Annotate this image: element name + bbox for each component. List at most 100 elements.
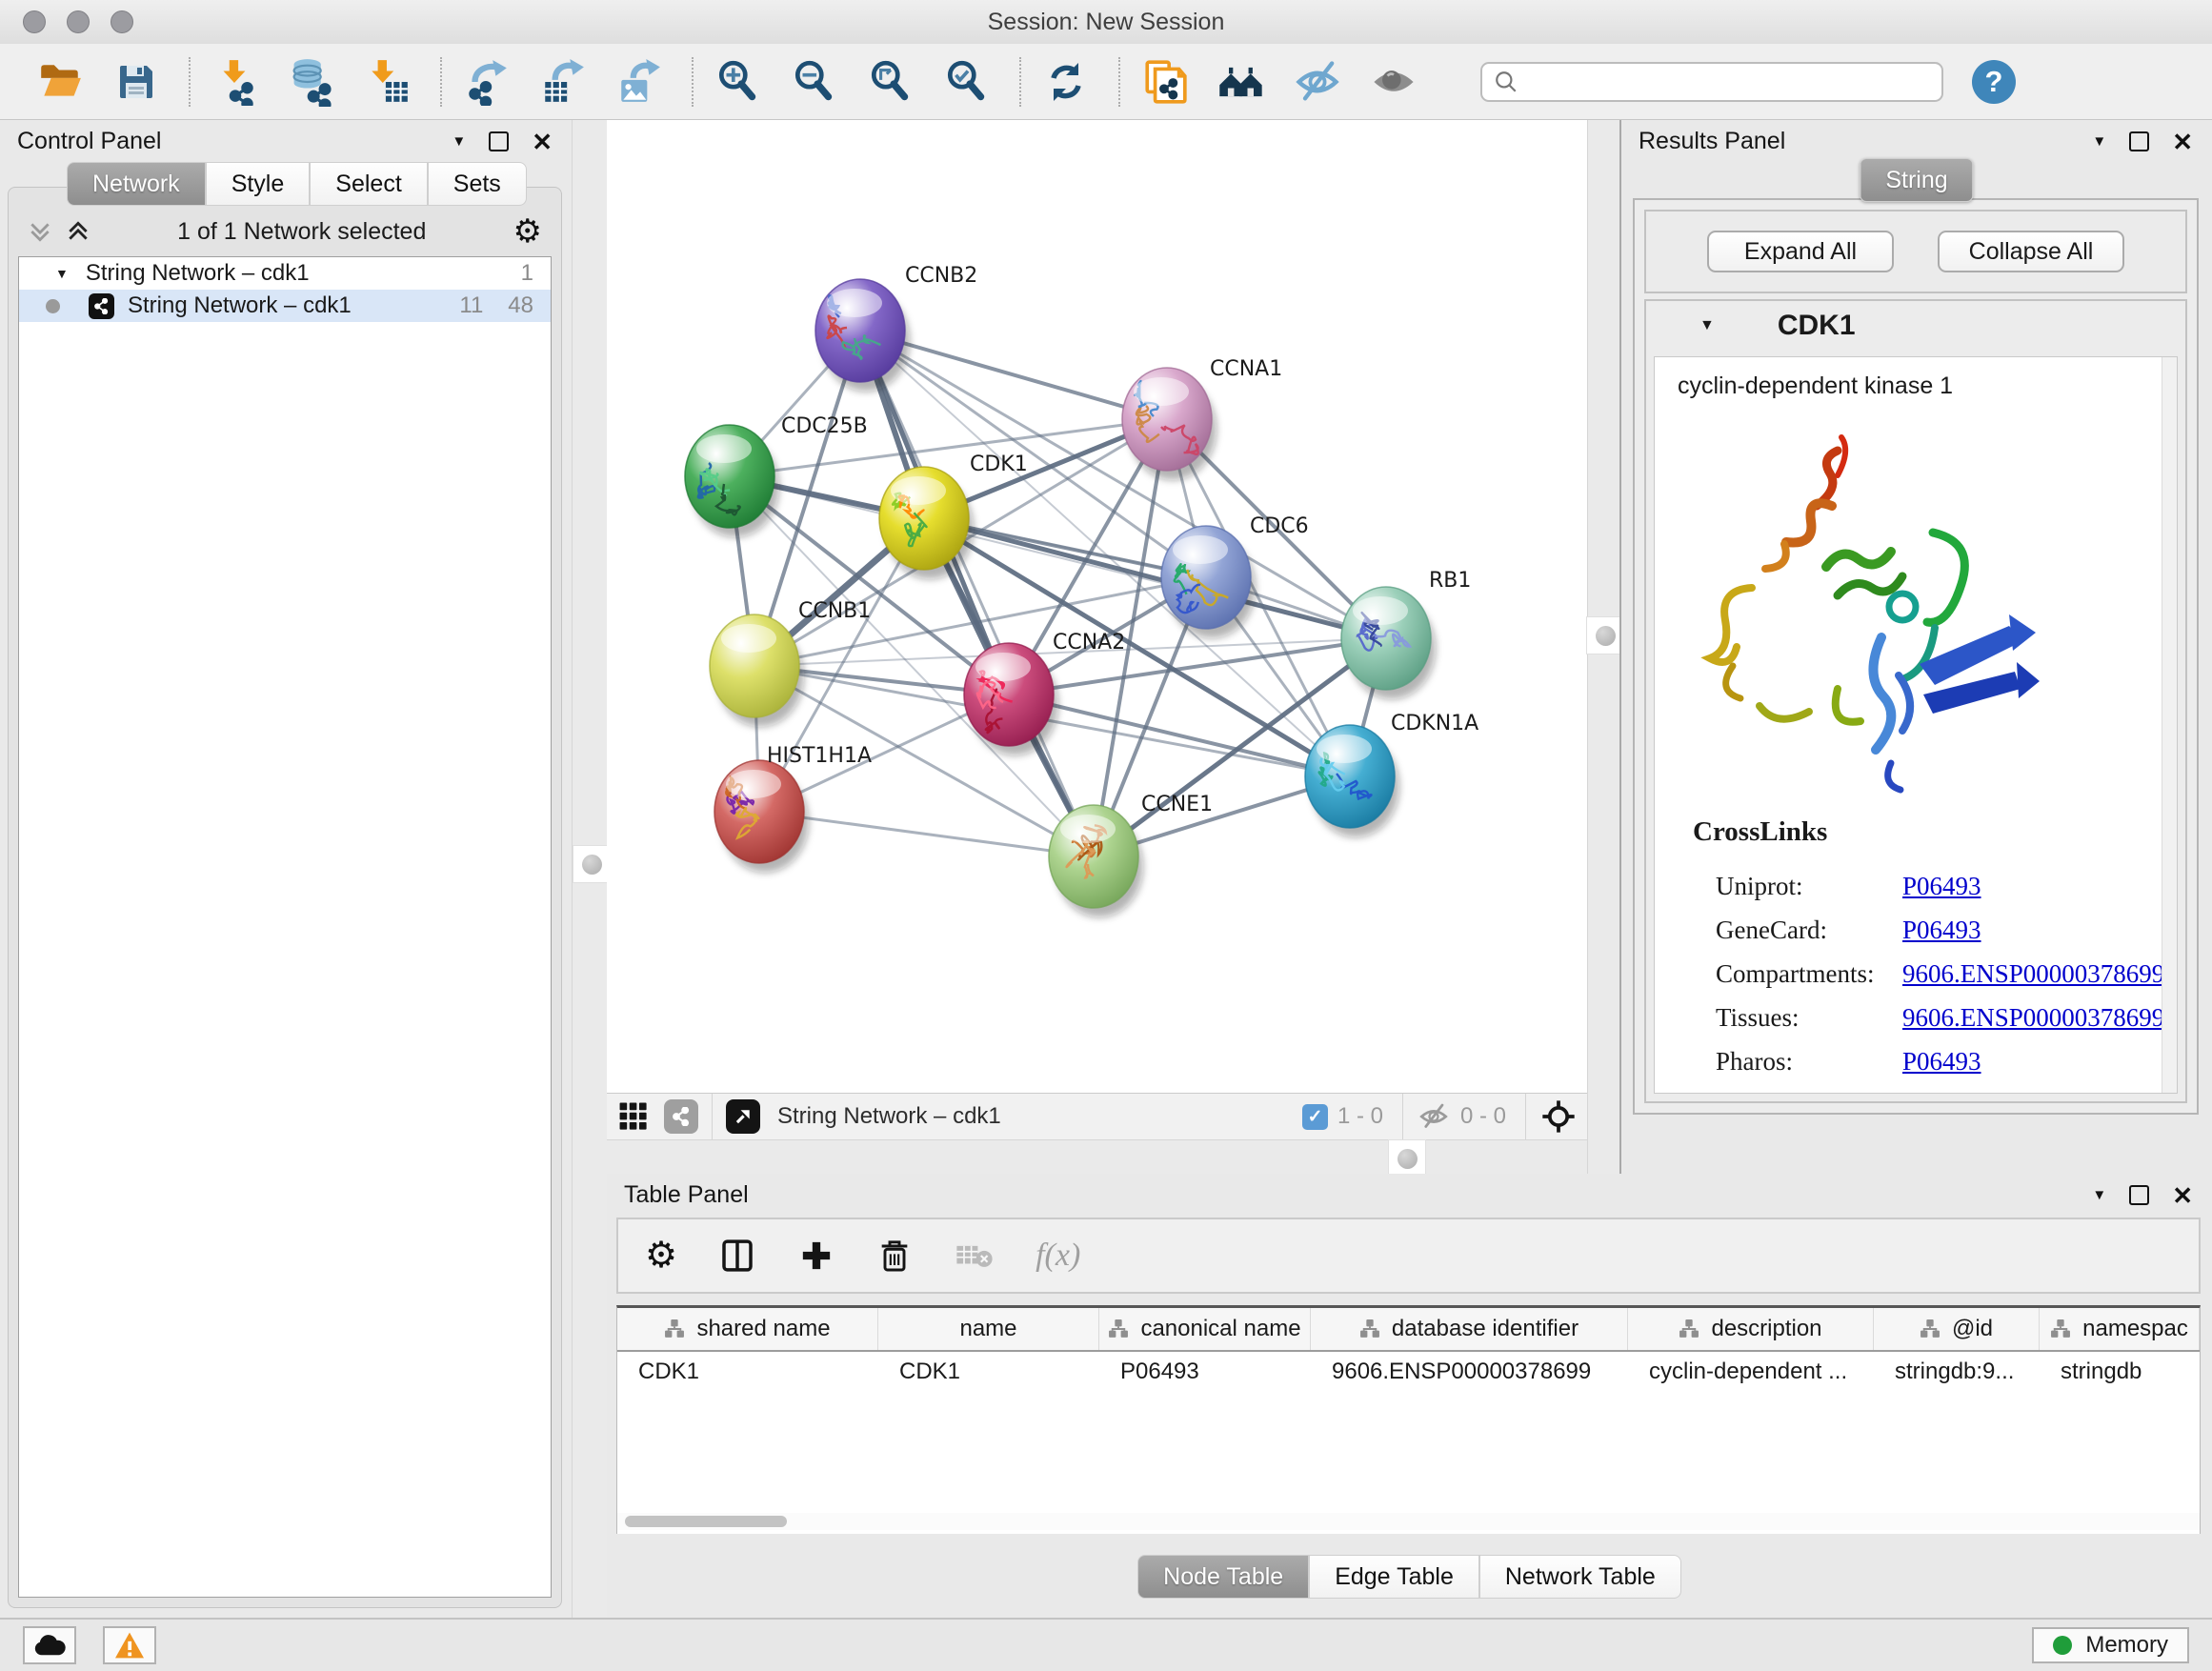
column-header-name[interactable]: name: [878, 1308, 1099, 1350]
graph-node-RB1[interactable]: [1341, 587, 1436, 699]
table-row[interactable]: CDK1CDK1P064939606.ENSP00000378699cyclin…: [617, 1352, 2200, 1392]
tab-select[interactable]: Select: [310, 162, 427, 206]
table-cell[interactable]: 9606.ENSP00000378699: [1311, 1352, 1628, 1392]
expand-all-chevrons-icon[interactable]: [28, 219, 52, 244]
save-session-button[interactable]: [109, 54, 164, 110]
export-network-button[interactable]: [459, 54, 514, 110]
hidden-eye-slash-icon[interactable]: [1417, 1102, 1451, 1131]
toggle-graphics-details-button[interactable]: [1290, 54, 1345, 110]
import-network-file-button[interactable]: [208, 54, 263, 110]
show-columns-icon[interactable]: [717, 1236, 757, 1276]
graph-edge[interactable]: [759, 812, 1094, 856]
column-header-canonical-name[interactable]: canonical name: [1099, 1308, 1311, 1350]
memory-button[interactable]: Memory: [2032, 1627, 2189, 1663]
import-table-file-button[interactable]: [360, 54, 415, 110]
network-collection-row[interactable]: ▼ String Network – cdk1 1: [19, 257, 551, 290]
zoom-out-button[interactable]: [787, 54, 842, 110]
table-horizontal-scrollbar[interactable]: [617, 1513, 2200, 1530]
tab-network-table[interactable]: Network Table: [1479, 1555, 1681, 1599]
grid-view-button[interactable]: [616, 1099, 651, 1134]
results-scrollbar[interactable]: [2162, 357, 2177, 1093]
search-input[interactable]: [1526, 68, 1930, 96]
crosslink-link[interactable]: P06493: [1902, 872, 1981, 901]
crosshair-icon[interactable]: [1539, 1097, 1578, 1136]
section-caret-icon[interactable]: ▼: [1699, 317, 1715, 334]
export-table-button[interactable]: [535, 54, 591, 110]
right-splitter[interactable]: [1587, 120, 1621, 1174]
crosslink-link[interactable]: 9606.ENSP00000378699: [1902, 1003, 2164, 1033]
create-column-plus-icon[interactable]: [797, 1237, 835, 1275]
table-cell[interactable]: CDK1: [617, 1352, 878, 1392]
delete-column-trash-icon[interactable]: [875, 1237, 914, 1275]
zoom-selected-button[interactable]: [939, 54, 995, 110]
horizontal-splitter[interactable]: [607, 1139, 1587, 1176]
panel-close-icon[interactable]: ✕: [2172, 130, 2193, 154]
graph-node-CCNA1[interactable]: [1122, 368, 1217, 480]
share-network-button[interactable]: [664, 1099, 698, 1134]
collapse-all-chevrons-icon[interactable]: [66, 219, 90, 244]
network-canvas[interactable]: CCNB2CCNA1CDC25BCDK1CDC6RB1CCNB1CCNA2CDK…: [607, 120, 1587, 1093]
collection-caret-icon[interactable]: ▼: [55, 266, 69, 281]
tab-style[interactable]: Style: [206, 162, 311, 206]
cloud-button[interactable]: [23, 1626, 76, 1664]
column-header-database-identifier[interactable]: database identifier: [1311, 1308, 1628, 1350]
warnings-button[interactable]: [103, 1626, 156, 1664]
selected-checkbox[interactable]: ✓: [1302, 1104, 1328, 1130]
graph-node-HIST1H1A[interactable]: [714, 760, 809, 873]
clone-network-button[interactable]: [1137, 54, 1193, 110]
export-image-button[interactable]: [612, 54, 667, 110]
gear-icon[interactable]: ⚙: [513, 215, 542, 248]
network-home-button[interactable]: [1214, 54, 1269, 110]
tab-network[interactable]: Network: [67, 162, 206, 206]
graph-node-CDC6[interactable]: [1161, 526, 1256, 638]
table-cell[interactable]: stringdb:9...: [1874, 1352, 2040, 1392]
table-cell[interactable]: CDK1: [878, 1352, 1099, 1392]
graph-node-CDK1[interactable]: [879, 467, 974, 579]
horizontal-splitter-handle[interactable]: [1388, 1139, 1426, 1178]
table-cell[interactable]: P06493: [1099, 1352, 1311, 1392]
zoom-in-button[interactable]: [711, 54, 766, 110]
table-cell[interactable]: cyclin-dependent ...: [1628, 1352, 1874, 1392]
graph-node-CDC25B[interactable]: [685, 425, 779, 537]
column-header-namespac[interactable]: namespac: [2040, 1308, 2200, 1350]
tab-node-table[interactable]: Node Table: [1137, 1555, 1309, 1599]
right-splitter-handle[interactable]: [1586, 616, 1624, 654]
import-network-database-button[interactable]: [284, 54, 339, 110]
graph-edge[interactable]: [860, 331, 1094, 856]
crosslink-link[interactable]: 9606.ENSP00000378699: [1902, 959, 2164, 989]
birds-eye-view-button[interactable]: [726, 1099, 760, 1134]
panel-close-icon[interactable]: ✕: [2172, 1183, 2193, 1208]
panel-menu-caret-icon[interactable]: ▼: [2092, 133, 2106, 150]
help-button[interactable]: ?: [1972, 60, 2016, 104]
panel-menu-caret-icon[interactable]: ▼: [452, 133, 466, 150]
panel-close-icon[interactable]: ✕: [532, 130, 553, 154]
graph-node-CCNE1[interactable]: [1049, 805, 1143, 917]
tab-string[interactable]: String: [1860, 158, 1973, 202]
graph-node-CCNA2[interactable]: [964, 643, 1058, 755]
graph-node-CDKN1A[interactable]: [1305, 725, 1399, 837]
table-gear-icon[interactable]: ⚙: [645, 1238, 677, 1274]
scrollbar-thumb[interactable]: [625, 1516, 787, 1527]
zoom-fit-button[interactable]: [863, 54, 918, 110]
tab-sets[interactable]: Sets: [428, 162, 527, 206]
left-splitter[interactable]: [572, 120, 609, 1618]
panel-float-icon[interactable]: [2129, 131, 2149, 151]
refresh-view-button[interactable]: [1038, 54, 1094, 110]
collapse-all-button[interactable]: Collapse All: [1938, 231, 2124, 272]
tab-edge-table[interactable]: Edge Table: [1309, 1555, 1479, 1599]
column-header-description[interactable]: description: [1628, 1308, 1874, 1350]
column-header-shared-name[interactable]: shared name: [617, 1308, 878, 1350]
show-overview-button[interactable]: [1366, 54, 1421, 110]
expand-all-button[interactable]: Expand All: [1707, 231, 1894, 272]
panel-float-icon[interactable]: [2129, 1185, 2149, 1205]
panel-float-icon[interactable]: [489, 131, 509, 151]
table-cell[interactable]: stringdb: [2040, 1352, 2200, 1392]
column-header--id[interactable]: @id: [1874, 1308, 2040, 1350]
crosslink-link[interactable]: P06493: [1902, 916, 1981, 945]
graph-node-CCNB2[interactable]: [815, 279, 910, 392]
network-row-selected[interactable]: String Network – cdk1 11 48: [19, 290, 551, 322]
left-splitter-handle[interactable]: [573, 845, 611, 883]
panel-menu-caret-icon[interactable]: ▼: [2092, 1187, 2106, 1203]
crosslink-link[interactable]: P06493: [1902, 1047, 1981, 1077]
open-session-button[interactable]: [32, 54, 88, 110]
